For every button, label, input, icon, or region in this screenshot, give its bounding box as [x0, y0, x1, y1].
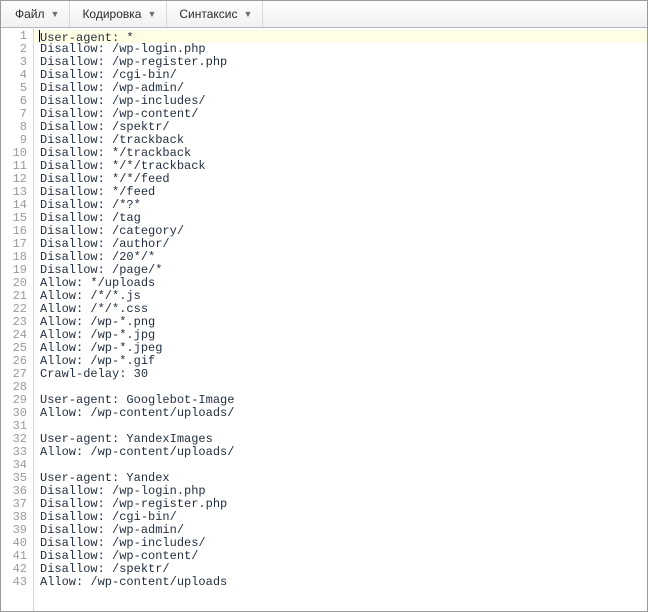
line-number: 6 — [1, 95, 33, 108]
menubar: Файл ▼ Кодировка ▼ Синтаксис ▼ — [1, 1, 647, 28]
line-number: 8 — [1, 121, 33, 134]
line-number: 4 — [1, 69, 33, 82]
menu-file-label: Файл — [15, 7, 45, 21]
code-editor[interactable]: 1234567891011121314151617181920212223242… — [1, 28, 647, 611]
line-number: 1 — [1, 30, 33, 43]
line-number: 2 — [1, 43, 33, 56]
menu-encoding[interactable]: Кодировка ▼ — [70, 1, 167, 27]
line-number-gutter: 1234567891011121314151617181920212223242… — [1, 28, 34, 611]
code-line[interactable]: Allow: /wp-content/uploads/ — [40, 446, 647, 459]
chevron-down-icon: ▼ — [51, 9, 60, 19]
code-line[interactable]: Crawl-delay: 30 — [40, 368, 647, 381]
menu-syntax-label: Синтаксис — [179, 7, 237, 21]
code-content[interactable]: User-agent: *Disallow: /wp-login.phpDisa… — [34, 28, 647, 611]
menu-encoding-label: Кодировка — [82, 7, 141, 21]
code-line[interactable]: Allow: /wp-content/uploads — [40, 576, 647, 589]
menu-file[interactable]: Файл ▼ — [3, 1, 70, 27]
code-line[interactable]: Allow: /wp-content/uploads/ — [40, 407, 647, 420]
menu-syntax[interactable]: Синтаксис ▼ — [167, 1, 263, 27]
chevron-down-icon: ▼ — [147, 9, 156, 19]
text-caret — [39, 30, 40, 42]
editor-window: Файл ▼ Кодировка ▼ Синтаксис ▼ 123456789… — [0, 0, 648, 612]
line-number: 43 — [1, 576, 33, 589]
chevron-down-icon: ▼ — [244, 9, 253, 19]
line-number: 3 — [1, 56, 33, 69]
line-number: 7 — [1, 108, 33, 121]
line-number: 5 — [1, 82, 33, 95]
